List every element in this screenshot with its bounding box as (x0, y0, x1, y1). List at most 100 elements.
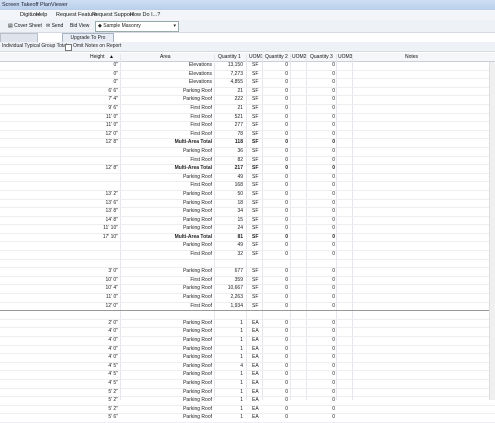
cover-sheet-button[interactable]: ▤ Cover Sheet (6, 22, 44, 30)
cell-height: 11' 0" (105, 113, 118, 120)
cell-uom1: SF (252, 147, 259, 154)
col-quantity-1[interactable]: Quantity 1 (218, 54, 241, 60)
cell-uom1: SF (252, 173, 259, 180)
cell-quantity-3: 0 (332, 345, 335, 352)
cell-height: 5' 2" (108, 397, 118, 404)
table-row[interactable]: 13' 6" Parking Roof 18 SF 0 0 (0, 200, 495, 209)
cell-quantity-2: 0 (285, 379, 288, 386)
cell-quantity-1: 1 (240, 371, 243, 378)
col-quantity-3[interactable]: Quantity 3 (310, 54, 333, 60)
menu-request-support[interactable]: Request Support (92, 12, 133, 18)
table-row[interactable]: 0" Elevations 7,273 SF 0 0 (0, 71, 495, 80)
menu-request-feature[interactable]: Request Feature (56, 12, 97, 18)
table-row[interactable]: 12' 8" Multi-Area Total 217 SF 0 0 (0, 165, 495, 174)
cell-uom1: SF (252, 190, 259, 197)
table-row[interactable]: 6' 6" Parking Roof 21 SF 0 0 (0, 88, 495, 97)
table-row[interactable]: First Roof 82 SF 0 0 (0, 157, 495, 166)
cell-quantity-3: 0 (332, 285, 335, 292)
cell-height: 11' 10" (103, 225, 118, 232)
col-notes[interactable]: Notes (405, 54, 418, 60)
table-row[interactable]: First Roof 32 SF 0 0 (0, 251, 495, 260)
table-row[interactable]: 4' 0" Parking Roof 1 EA 0 0 (0, 354, 495, 363)
table-row[interactable]: 4' 0" Parking Roof 1 EA 0 0 (0, 346, 495, 355)
table-row[interactable]: 2' 0" Parking Roof 1 EA 0 0 (0, 320, 495, 329)
cell-quantity-3: 0 (332, 242, 335, 249)
table-row[interactable]: 12' 8" Multi-Area Total 118 SF 0 0 (0, 139, 495, 148)
vertical-scrollbar[interactable] (489, 62, 495, 400)
col-area[interactable]: Area (160, 54, 171, 60)
table-row[interactable]: 9' 6" First Roof 21 SF 0 0 (0, 105, 495, 114)
cell-height: 6' 6" (108, 87, 118, 94)
view-select-value: Sample Masonry (103, 23, 141, 29)
table-row[interactable]: First Roof 168 SF 0 0 (0, 182, 495, 191)
cell-uom1: SF (252, 156, 259, 163)
cell-height: 0" (113, 70, 118, 77)
table-row[interactable]: 4' 0" Parking Roof 1 EA 0 0 (0, 337, 495, 346)
cover-sheet-label: Cover Sheet (14, 23, 42, 29)
table-row[interactable]: 10' 0" First Roof 359 SF 0 0 (0, 277, 495, 286)
table-row[interactable]: 5' 6" Parking Roof 1 EA 0 0 (0, 414, 495, 423)
cell-area: Parking Roof (183, 397, 212, 404)
cell-quantity-3: 0 (332, 405, 335, 412)
cell-quantity-1: 32 (237, 251, 243, 258)
cell-quantity-3: 0 (332, 319, 335, 326)
table-row[interactable]: 10' 4" Parking Roof 10,667 SF 0 0 (0, 285, 495, 295)
cell-quantity-1: 24 (237, 225, 243, 232)
table-row[interactable]: 11' 0" First Roof 277 SF 0 0 (0, 122, 495, 131)
cell-quantity-3: 0 (332, 302, 335, 309)
send-button[interactable]: ✉ Send (44, 22, 65, 30)
cell-quantity-2: 0 (285, 371, 288, 378)
table-row[interactable]: 11' 0" Parking Roof 2,263 SF 0 0 (0, 294, 495, 303)
cell-area: Parking Roof (183, 208, 212, 215)
cell-area: Parking Roof (183, 354, 212, 361)
cell-height: 10' 0" (105, 276, 118, 283)
table-row[interactable]: 12' 0" First Roof 1,934 SF 0 0 (0, 303, 495, 312)
col-quantity-2[interactable]: Quantity 2 (265, 54, 288, 60)
menu-help[interactable]: Help (36, 12, 47, 18)
table-row[interactable]: 11' 10" Parking Roof 24 SF 0 0 (0, 225, 495, 234)
table-row[interactable]: 5' 2" Parking Roof 1 EA 0 0 (0, 406, 495, 415)
table-row[interactable]: 5' 2" Parking Roof 1 EA 0 0 (0, 389, 495, 398)
col-height[interactable]: Height (90, 54, 104, 60)
group-totals-label[interactable]: Individual Typical Group Totals (2, 43, 70, 49)
table-row[interactable]: 13' 8" Parking Roof 34 SF 0 0 (0, 208, 495, 217)
table-row[interactable]: 14' 8" Parking Roof 15 SF 0 0 (0, 217, 495, 226)
col-uom2[interactable]: UOM2 (292, 54, 306, 60)
table-row[interactable]: 0" Elevations 13,150 SF 0 0 (0, 62, 495, 71)
cell-height: 12' 0" (105, 130, 118, 137)
table-row[interactable]: Parking Roof 36 SF 0 0 (0, 148, 495, 157)
table-row[interactable]: 5' 2" Parking Roof 1 EA 0 0 (0, 397, 495, 406)
cell-uom1: SF (252, 122, 259, 129)
table-row[interactable]: 4' 0" Parking Roof 1 EA 0 0 (0, 328, 495, 337)
cell-area: First Roof (190, 302, 212, 309)
menu-how-do-i[interactable]: How Do I...? (130, 12, 160, 18)
cell-quantity-2: 0 (285, 216, 288, 223)
cell-quantity-1: 1 (240, 328, 243, 335)
bid-view-button[interactable]: Bid View (68, 22, 91, 30)
cell-area: First Roof (190, 251, 212, 258)
table-row[interactable]: 4' 5" Parking Roof 4 EA 0 0 (0, 363, 495, 372)
cell-quantity-2: 0 (285, 328, 288, 335)
table-row[interactable]: 4' 5" Parking Roof 1 EA 0 0 (0, 380, 495, 389)
omit-notes-checkbox[interactable] (65, 44, 72, 51)
col-uom3[interactable]: UOM3 (338, 54, 352, 60)
cell-uom1: EA (252, 371, 259, 378)
table-row[interactable]: 17' 10" Multi-Area Total 81 SF 0 0 (0, 234, 495, 243)
view-select[interactable]: ◆ Sample Masonry ▾ (95, 21, 179, 32)
table-row[interactable]: 13' 2" Parking Roof 50 SF 0 0 (0, 191, 495, 200)
table-row[interactable]: Parking Roof 49 SF 0 0 (0, 242, 495, 252)
table-row[interactable]: 11' 0" First Roof 521 SF 0 0 (0, 114, 495, 123)
cell-quantity-2: 0 (285, 319, 288, 326)
table-row[interactable]: 7' 4" Parking Roof 222 SF 0 0 (0, 96, 495, 105)
table-row[interactable]: 0" Elevations 4,855 SF 0 0 (0, 79, 495, 88)
table-row[interactable]: 4' 5" Parking Roof 1 EA 0 0 (0, 371, 495, 380)
cell-quantity-3: 0 (332, 87, 335, 94)
table-row[interactable]: 12' 0" First Roof 78 SF 0 0 (0, 131, 495, 140)
takeoff-table: 0" Elevations 13,150 SF 0 0 0" Elevations 7,273 S… (0, 62, 495, 423)
cell-quantity-1: 10,667 (227, 285, 243, 292)
cell-quantity-1: 4 (240, 362, 243, 369)
cell-height: 7' 4" (108, 96, 118, 103)
table-row[interactable]: Parking Roof 49 SF 0 0 (0, 174, 495, 183)
cell-quantity-1: 13,150 (227, 62, 243, 68)
table-row[interactable]: 3' 0" Parking Roof 677 SF 0 0 (0, 268, 495, 277)
